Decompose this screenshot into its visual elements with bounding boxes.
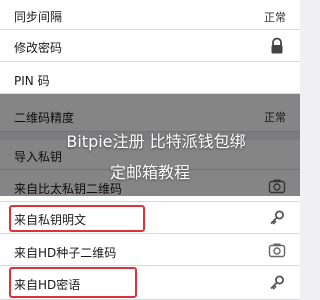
import-hd-seed-qr-row[interactable]: 来自HD种子二维码	[0, 234, 300, 266]
change-password-label: 修改密码	[14, 41, 63, 55]
import-hd-seed-qr-label: 来自HD种子二维码	[14, 246, 117, 260]
watermark-line-2: 定邮箱教程	[109, 163, 190, 182]
change-password-row[interactable]: 修改密码	[0, 30, 300, 62]
pin-code-row[interactable]: PIN 码	[0, 62, 300, 94]
sync-interval-label: 同步间隔	[14, 10, 63, 24]
highlight-hd-phrase	[9, 267, 137, 298]
sync-interval-row[interactable]: 同步间隔 正常	[0, 0, 300, 30]
camera-icon	[268, 243, 286, 258]
key-icon	[270, 210, 284, 225]
pin-code-label: PIN 码	[14, 74, 50, 88]
highlight-private-key-text	[9, 205, 145, 232]
sync-interval-value: 正常	[264, 11, 286, 24]
watermark-line-1: Bitpie注册 比特派钱包绑	[66, 132, 246, 151]
key-icon	[270, 275, 284, 290]
lock-icon	[271, 37, 283, 54]
